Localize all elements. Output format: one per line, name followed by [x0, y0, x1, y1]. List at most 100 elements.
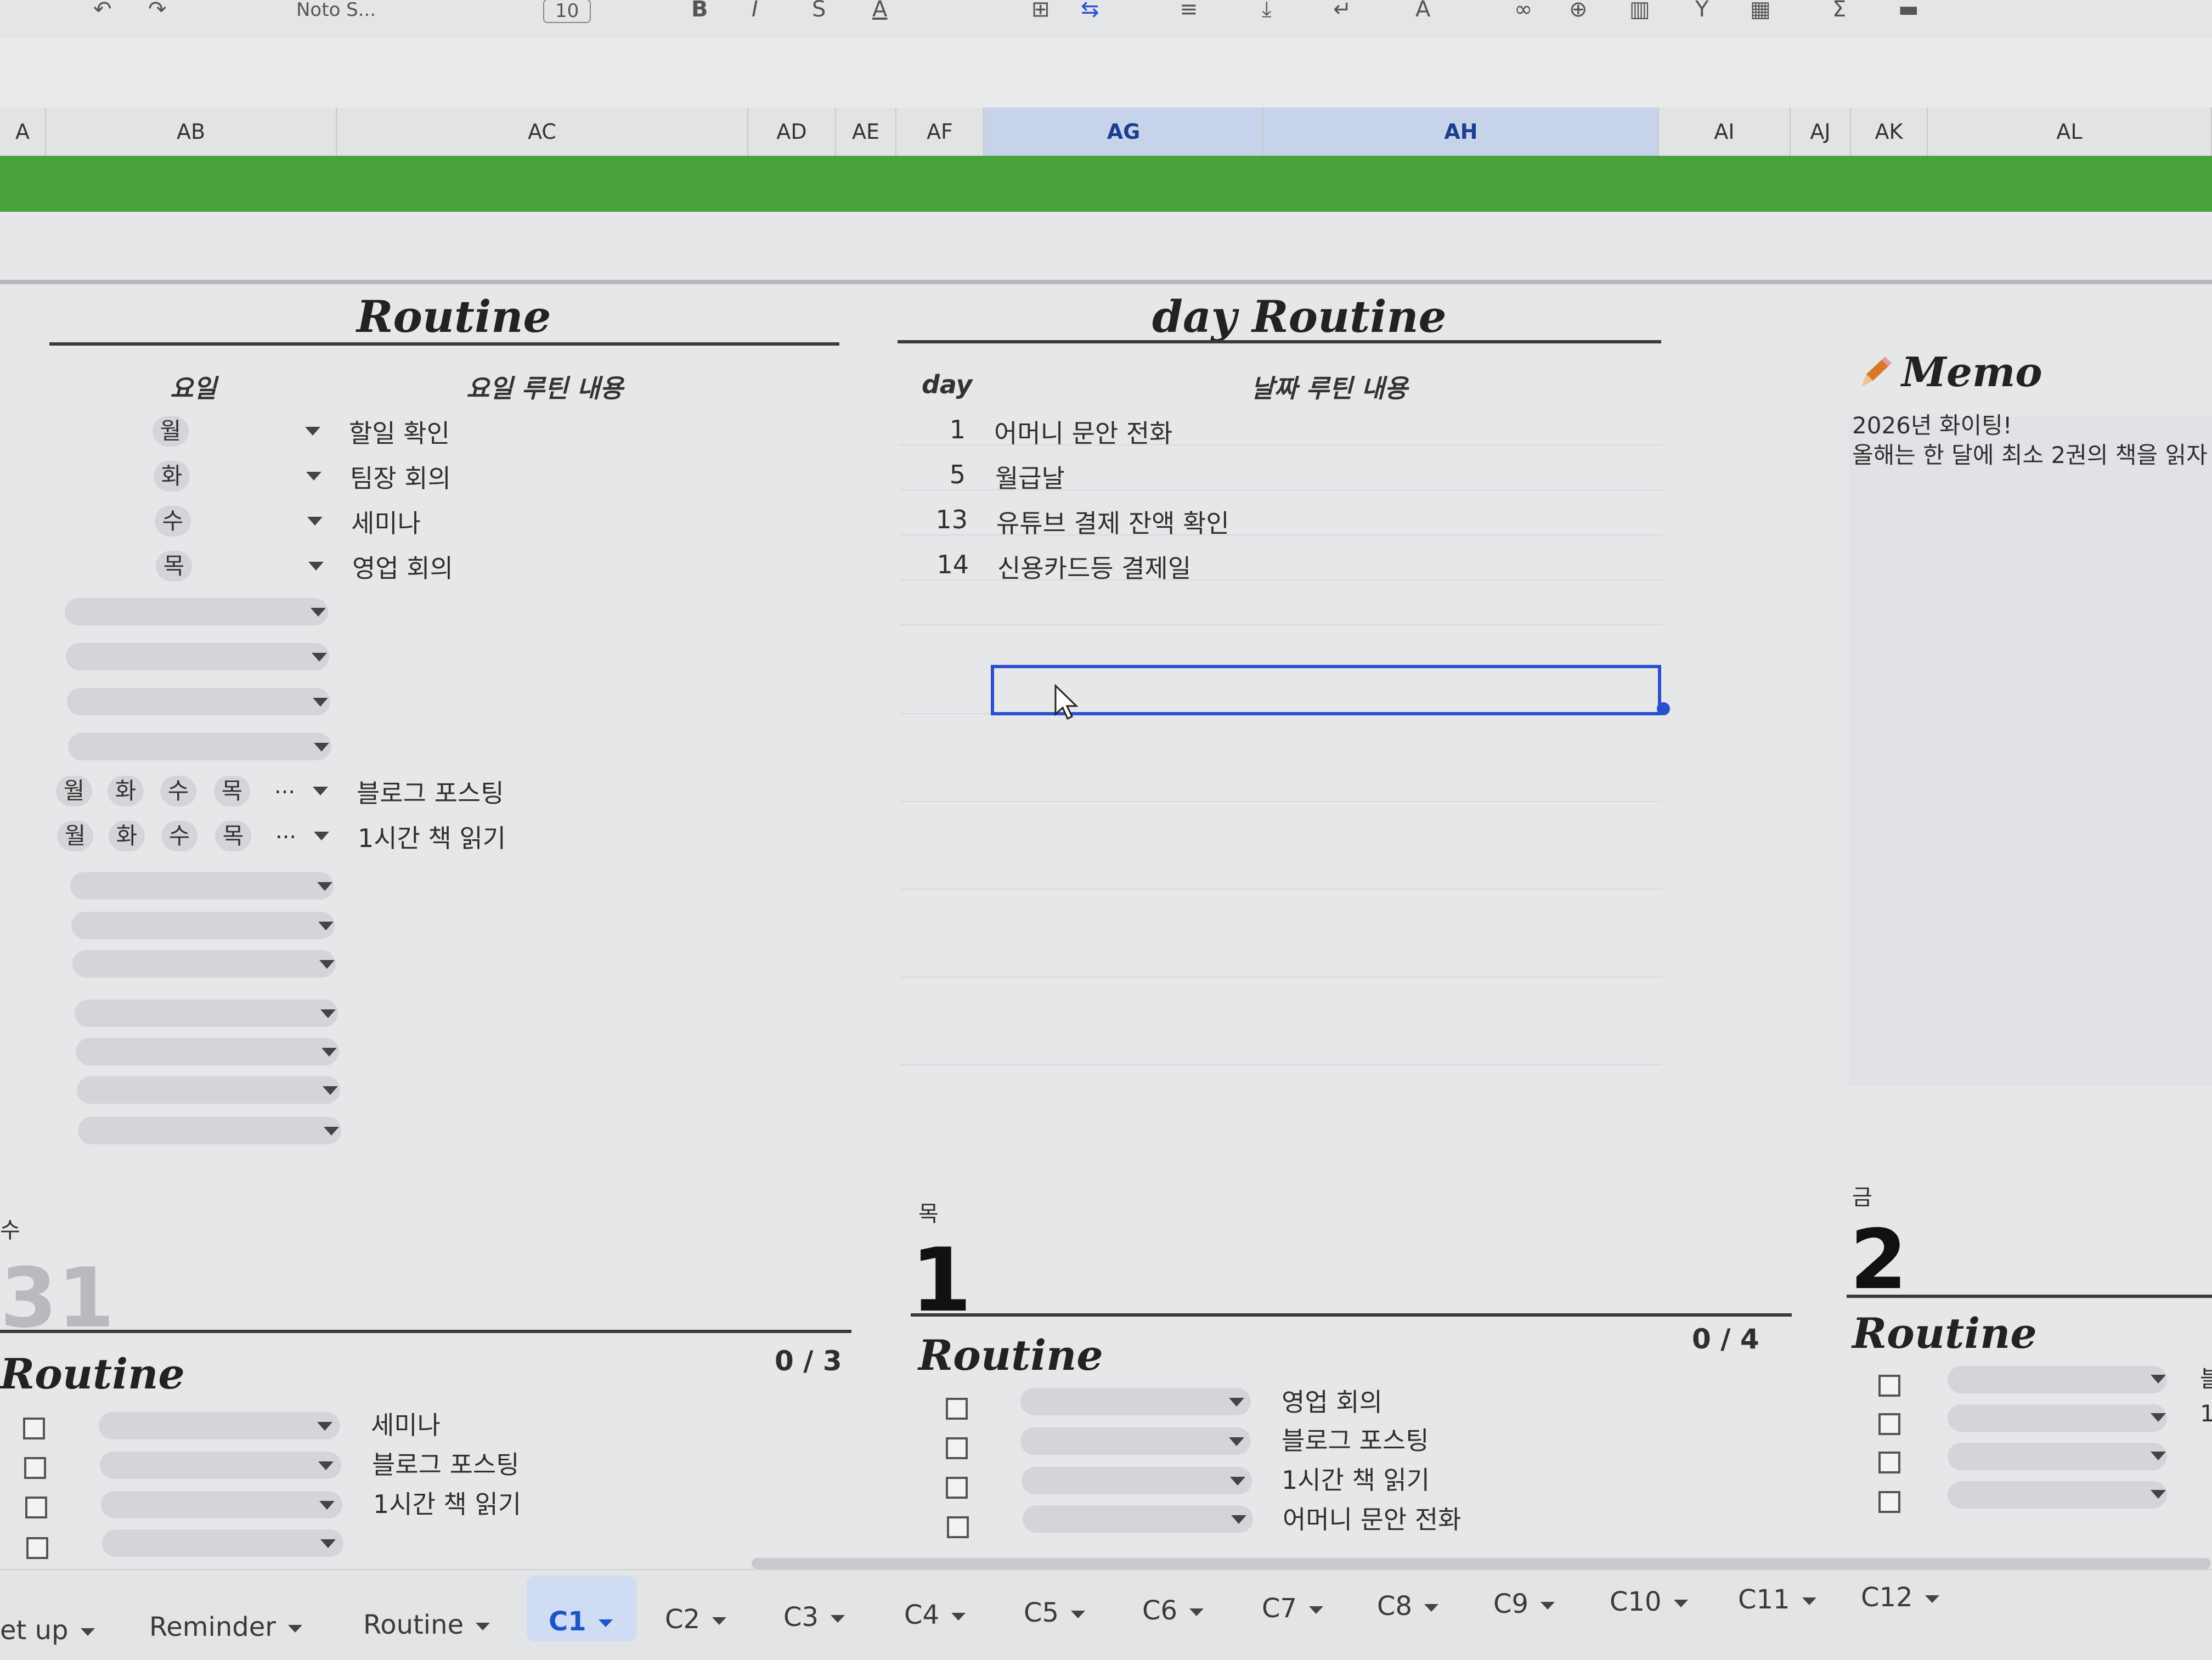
weekday-chip[interactable]: 수	[161, 821, 198, 851]
comment-icon[interactable]: ⊕	[1569, 0, 1588, 22]
day-number[interactable]: 5	[933, 460, 966, 489]
merge-cells-icon[interactable]: ⇆	[1081, 0, 1099, 22]
column-header[interactable]: AI	[1659, 108, 1791, 156]
link-icon[interactable]: ∞	[1514, 0, 1532, 22]
dropdown-arrow-icon[interactable]	[1230, 1477, 1245, 1486]
keyboard-icon[interactable]: ▬	[1898, 0, 1919, 22]
tab-menu-arrow-icon[interactable]	[80, 1628, 95, 1636]
memo-line[interactable]: 올해는 한 달에 최소 2권의 책을 읽자	[1852, 437, 2208, 470]
dropdown-arrow-icon[interactable]	[321, 1048, 337, 1057]
sheet-tab[interactable]: C9	[1493, 1589, 1555, 1619]
column-header-selected[interactable]: AG	[984, 108, 1264, 156]
dropdown-arrow-icon[interactable]	[308, 562, 324, 571]
dropdown-arrow-icon[interactable]	[311, 608, 326, 617]
tab-menu-arrow-icon[interactable]	[1541, 1602, 1555, 1610]
valign-icon[interactable]: ⤓	[1262, 0, 1272, 22]
task-dropdown[interactable]	[100, 1452, 341, 1479]
calendar-task[interactable]: 세미나	[371, 1405, 441, 1442]
column-header[interactable]: AL	[1928, 108, 2212, 156]
dropdown-arrow-icon[interactable]	[320, 1539, 336, 1548]
sheet-tab-active[interactable]: C1	[549, 1606, 613, 1637]
weekday-chip[interactable]: 월	[56, 776, 92, 806]
text-color-icon[interactable]: A	[872, 0, 887, 22]
tab-menu-arrow-icon[interactable]	[1189, 1608, 1204, 1616]
dropdown-arrow-icon[interactable]	[319, 960, 335, 969]
task-checkbox[interactable]	[946, 1398, 968, 1420]
calendar-task[interactable]: 1시간 책 읽기	[1282, 1460, 1430, 1497]
column-header[interactable]: AK	[1851, 108, 1928, 156]
column-header-selected[interactable]: AH	[1264, 108, 1659, 156]
horizontal-scrollbar[interactable]	[752, 1558, 2211, 1569]
task-checkbox[interactable]	[947, 1516, 969, 1538]
dropdown-arrow-icon[interactable]	[318, 1461, 334, 1470]
calendar-task[interactable]: 어머니 문안 전화	[1283, 1500, 1461, 1536]
dropdown-arrow-icon[interactable]	[314, 832, 329, 840]
task-checkbox[interactable]	[1878, 1452, 1900, 1473]
sum-icon[interactable]: Σ	[1832, 0, 1846, 22]
calendar-task[interactable]: 블로그 포스팅	[1282, 1421, 1429, 1457]
wrap-icon[interactable]: ↵	[1333, 0, 1352, 22]
tab-menu-arrow-icon[interactable]	[1424, 1604, 1439, 1612]
weekday-chip[interactable]: 목	[156, 551, 192, 581]
table-icon[interactable]: ▦	[1750, 0, 1771, 22]
strikethrough-icon[interactable]: S	[812, 0, 826, 22]
dropdown-arrow-icon[interactable]	[313, 787, 328, 795]
task-dropdown[interactable]	[1022, 1467, 1252, 1494]
task-dropdown[interactable]	[99, 1412, 340, 1439]
weekday-chip[interactable]: 목	[214, 776, 250, 806]
tab-menu-arrow-icon[interactable]	[831, 1615, 845, 1623]
dropdown-arrow-icon[interactable]	[317, 882, 332, 891]
dropdown-arrow-icon[interactable]	[323, 1086, 338, 1095]
tab-menu-arrow-icon[interactable]	[1309, 1606, 1324, 1614]
task-dropdown[interactable]	[102, 1529, 343, 1557]
calendar-task[interactable]: 1시간 책 읽기	[373, 1484, 521, 1521]
task-dropdown[interactable]	[1020, 1388, 1251, 1415]
task-dropdown[interactable]	[101, 1491, 342, 1518]
task-checkbox[interactable]	[946, 1477, 968, 1499]
sheet-tab[interactable]: Reminder	[149, 1612, 302, 1642]
dropdown-arrow-icon[interactable]	[312, 653, 327, 662]
dropdown-arrow-icon[interactable]	[314, 743, 329, 752]
dropdown-arrow-icon[interactable]	[324, 1127, 339, 1136]
sheet-tab[interactable]: C2	[665, 1604, 727, 1635]
empty-weekday-dropdown[interactable]	[72, 950, 336, 978]
chart-icon[interactable]: ▥	[1629, 0, 1650, 22]
task-checkbox[interactable]	[26, 1537, 48, 1559]
task-checkbox[interactable]	[23, 1418, 45, 1439]
font-name-select[interactable]: Noto S...	[296, 0, 376, 21]
borders-icon[interactable]: ⊞	[1031, 0, 1050, 22]
empty-weekday-dropdown[interactable]	[66, 643, 329, 670]
undo-icon[interactable]: ↶	[93, 0, 112, 22]
sheet-tab[interactable]: C6	[1142, 1595, 1204, 1626]
weekday-chip[interactable]: 화	[108, 776, 144, 806]
tab-menu-arrow-icon[interactable]	[1071, 1611, 1086, 1618]
weekday-chip[interactable]: 월	[153, 416, 189, 447]
weekday-task[interactable]: 팀장 회의	[350, 459, 451, 495]
tab-menu-arrow-icon[interactable]	[1925, 1595, 1939, 1603]
task-checkbox[interactable]	[24, 1457, 46, 1479]
day-task[interactable]: 유튜브 결제 잔액 확인	[996, 504, 1229, 540]
rotate-icon[interactable]: A	[1415, 0, 1430, 22]
task-dropdown[interactable]	[1948, 1366, 2167, 1393]
dropdown-arrow-icon[interactable]	[2151, 1413, 2166, 1422]
empty-weekday-dropdown[interactable]	[70, 872, 334, 900]
sheet-tab[interactable]: C12	[1861, 1582, 1939, 1613]
day-task[interactable]: 어머니 문안 전화	[994, 414, 1172, 450]
column-header[interactable]: AE	[836, 108, 896, 156]
empty-weekday-dropdown[interactable]	[75, 1000, 338, 1027]
tab-menu-arrow-icon[interactable]	[598, 1619, 613, 1627]
empty-weekday-dropdown[interactable]	[71, 912, 335, 939]
task-dropdown[interactable]	[1020, 1427, 1251, 1455]
sheet-tab[interactable]: C3	[783, 1602, 845, 1633]
weekday-task[interactable]: 영업 회의	[352, 549, 453, 585]
dropdown-arrow-icon[interactable]	[317, 1422, 332, 1431]
sheet-tab[interactable]: C10	[1610, 1586, 1688, 1617]
memo-line[interactable]: 2026년 화이팅!	[1852, 407, 2012, 441]
tab-menu-arrow-icon[interactable]	[951, 1613, 966, 1621]
column-header[interactable]: AJ	[1791, 108, 1851, 156]
calendar-task[interactable]: 영업 회의	[1282, 1382, 1383, 1419]
weekday-chip[interactable]: 수	[155, 506, 191, 537]
redo-icon[interactable]: ↷	[148, 0, 167, 22]
weekday-chip[interactable]: 화	[154, 461, 190, 492]
weekday-task[interactable]: 세미나	[351, 504, 421, 540]
